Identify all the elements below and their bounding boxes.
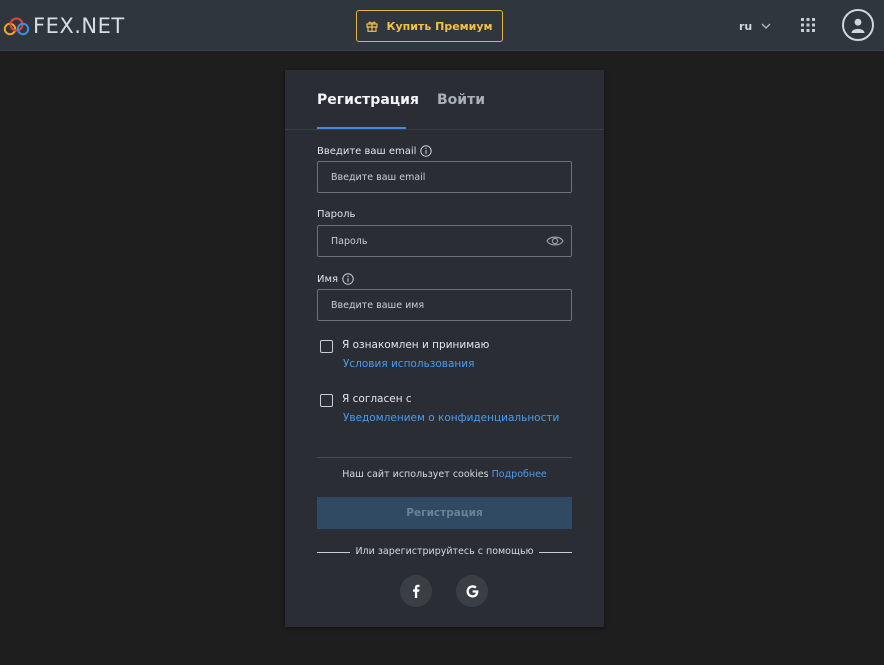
terms-checkbox[interactable] bbox=[320, 340, 333, 353]
apps-grid-icon[interactable] bbox=[801, 18, 815, 32]
email-label-text: Введите ваш email bbox=[317, 145, 417, 157]
password-label: Пароль bbox=[317, 209, 355, 220]
email-input[interactable] bbox=[318, 162, 571, 192]
name-label-text: Имя bbox=[317, 273, 339, 285]
facebook-icon bbox=[413, 584, 420, 598]
fex-net-logo[interactable]: FEX.NET bbox=[3, 13, 125, 39]
divider-line-right bbox=[539, 552, 572, 553]
email-field[interactable] bbox=[317, 161, 572, 193]
privacy-notice-link[interactable]: Уведомлением о конфиденциальности bbox=[343, 412, 559, 424]
cloud-logo-icon bbox=[3, 17, 30, 36]
name-label: Имя bbox=[317, 273, 354, 285]
tab-login[interactable]: Войти bbox=[437, 92, 485, 108]
register-submit-button[interactable]: Регистрация bbox=[317, 497, 572, 529]
language-selector[interactable]: ru bbox=[739, 17, 771, 35]
social-divider: Или зарегистрируйтесь с помощью bbox=[317, 546, 572, 558]
password-label-text: Пароль bbox=[317, 209, 356, 220]
divider bbox=[317, 457, 572, 458]
cookies-text: Наш сайт использует cookies bbox=[342, 469, 489, 480]
cookies-notice: Наш сайт использует cookies Подробнее bbox=[285, 469, 604, 480]
social-signup-text: Или зарегистрируйтесь с помощью bbox=[355, 546, 534, 557]
google-login-button[interactable] bbox=[456, 575, 488, 607]
privacy-checkbox[interactable] bbox=[320, 394, 333, 407]
google-icon bbox=[466, 584, 478, 597]
user-icon bbox=[851, 18, 865, 33]
terms-checkbox-row: Я ознакомлен и принимаю bbox=[320, 339, 489, 353]
gift-icon bbox=[366, 20, 379, 32]
email-label: Введите ваш email bbox=[317, 145, 433, 157]
chevron-down-icon bbox=[761, 23, 771, 29]
cookies-more-link[interactable]: Подробнее bbox=[492, 469, 547, 480]
logo-text: FEX.NET bbox=[33, 14, 125, 38]
terms-of-use-link[interactable]: Условия использования bbox=[343, 358, 474, 370]
info-icon[interactable] bbox=[420, 145, 433, 157]
privacy-text: Я согласен с bbox=[342, 393, 412, 405]
language-label: ru bbox=[739, 19, 753, 33]
info-icon[interactable] bbox=[342, 273, 354, 285]
buy-premium-label: Купить Премиум bbox=[386, 19, 493, 33]
facebook-login-button[interactable] bbox=[400, 575, 432, 607]
terms-text: Я ознакомлен и принимаю bbox=[342, 339, 490, 351]
active-tab-indicator bbox=[317, 127, 406, 129]
buy-premium-button[interactable]: Купить Премиум bbox=[356, 10, 503, 42]
password-field[interactable] bbox=[317, 225, 572, 257]
eye-icon[interactable] bbox=[546, 235, 564, 247]
registration-card: Регистрация Войти Введите ваш email Паро… bbox=[285, 70, 604, 627]
name-input[interactable] bbox=[318, 290, 571, 320]
auth-tabs: Регистрация Войти bbox=[285, 70, 604, 130]
tab-registration[interactable]: Регистрация bbox=[317, 92, 419, 108]
privacy-checkbox-row: Я согласен с bbox=[320, 393, 412, 407]
password-input[interactable] bbox=[318, 226, 571, 256]
user-avatar-button[interactable] bbox=[842, 9, 874, 41]
name-field[interactable] bbox=[317, 289, 572, 321]
top-navigation-bar: FEX.NET Купить Премиум ru bbox=[0, 0, 884, 51]
